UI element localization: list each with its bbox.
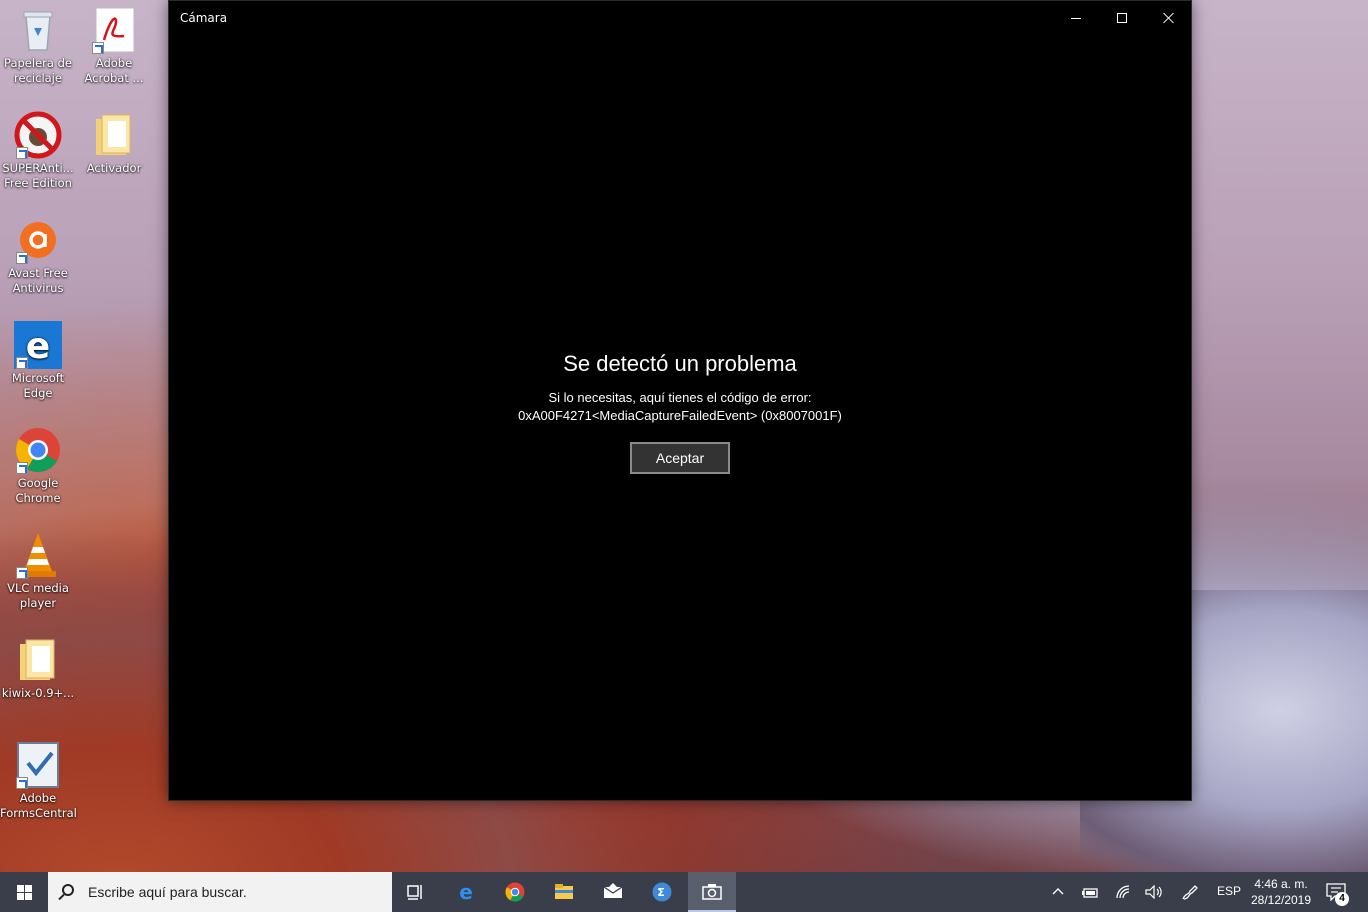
start-button[interactable] — [0, 872, 48, 912]
clock-time: 4:46 a. m. — [1254, 877, 1308, 891]
desktop-icon-label: Chrome — [15, 491, 61, 505]
chevron-up-icon — [1052, 888, 1064, 895]
desktop-icon-google-chrome[interactable]: Google Chrome — [0, 426, 76, 506]
close-button[interactable] — [1145, 1, 1191, 35]
notification-badge: 4 — [1335, 892, 1349, 906]
desktop-icon-label: SUPERAnti... — [2, 161, 74, 175]
vlc-cone-icon — [14, 531, 62, 579]
edge-icon: e — [459, 882, 473, 902]
desktop-icon-label: Antivirus — [12, 281, 64, 295]
desktop-icon-label: Avast Free — [8, 266, 68, 280]
desktop-icon-label: kiwix-0.9+... — [1, 686, 75, 700]
task-view-button[interactable] — [392, 872, 440, 912]
wifi-icon — [1116, 885, 1130, 899]
edge-icon: e — [14, 321, 62, 369]
recycle-bin-icon — [14, 6, 62, 54]
maximize-icon — [1117, 13, 1127, 23]
search-input[interactable]: Escribe aquí para buscar. — [48, 872, 392, 912]
error-panel: Se detectó un problema Si lo necesitas, … — [169, 351, 1191, 474]
minimize-button[interactable] — [1053, 1, 1099, 35]
volume-button[interactable] — [1142, 872, 1166, 912]
camera-window: Cámara Se detectó un problema Si lo nece… — [168, 0, 1192, 801]
pen-icon — [1182, 885, 1198, 900]
superantispyware-icon — [14, 111, 62, 159]
network-button[interactable] — [1112, 872, 1136, 912]
desktop-icon-label: Microsoft — [11, 371, 65, 385]
window-title: Cámara — [180, 11, 228, 25]
speaker-icon — [1145, 885, 1162, 899]
search-placeholder: Escribe aquí para buscar. — [88, 884, 247, 900]
pen-workspace-button[interactable] — [1178, 872, 1202, 912]
battery-icon — [1082, 888, 1098, 898]
mail-icon — [603, 883, 623, 898]
shortcut-arrow-icon — [16, 462, 28, 474]
taskbar-app-camera[interactable] — [688, 872, 736, 912]
taskbar-app-calculator[interactable]: Σ — [638, 872, 686, 912]
desktop-icon-avast[interactable]: Avast Free Antivirus — [0, 216, 76, 296]
math-app-icon: Σ — [652, 882, 672, 902]
svg-text:e: e — [459, 882, 473, 902]
shortcut-arrow-icon — [16, 357, 28, 369]
desktop-icon-label: Acrobat ... — [84, 71, 144, 85]
svg-text:e: e — [26, 326, 50, 367]
desktop-icon-label: Activador — [86, 161, 142, 175]
error-code: 0xA00F4271<MediaCaptureFailedEvent> (0x8… — [518, 408, 842, 423]
search-icon — [62, 884, 74, 896]
desktop-icon-adobe-acrobat[interactable]: Adobe Acrobat ... — [76, 6, 152, 86]
battery-button[interactable] — [1078, 872, 1102, 912]
desktop-icon-label: VLC media — [7, 581, 69, 595]
folder-icon — [555, 884, 573, 899]
error-title: Se detectó un problema — [563, 351, 797, 376]
desktop-icon-superantispyware[interactable]: SUPERAnti... Free Edition — [0, 111, 76, 191]
desktop-icon-label: player — [19, 596, 57, 610]
avast-icon — [14, 216, 62, 264]
clock[interactable]: 4:46 a. m. 28/12/2019 — [1246, 876, 1316, 908]
taskbar: Escribe aquí para buscar. e Σ ESP 4:46 a… — [0, 872, 1368, 912]
desktop-icon-kiwix[interactable]: kiwix-0.9+... — [0, 636, 76, 701]
accept-button[interactable]: Aceptar — [630, 442, 730, 474]
desktop-icon-label: Adobe — [19, 791, 57, 805]
window-titlebar[interactable]: Cámara — [169, 1, 1191, 35]
maximize-button[interactable] — [1099, 1, 1145, 35]
show-hidden-icons-button[interactable] — [1048, 872, 1068, 912]
shortcut-arrow-icon — [16, 777, 28, 789]
shortcut-arrow-icon — [16, 252, 28, 264]
acrobat-icon — [90, 6, 138, 54]
desktop-icon-vlc[interactable]: VLC media player — [0, 531, 76, 611]
shortcut-arrow-icon — [16, 147, 28, 159]
chrome-icon — [505, 882, 525, 902]
taskbar-app-edge[interactable]: e — [442, 872, 490, 912]
desktop-icon-label: reciclaje — [14, 71, 62, 85]
desktop-icon-activador[interactable]: Activador — [76, 111, 152, 176]
input-language[interactable]: ESP — [1217, 884, 1241, 898]
shortcut-arrow-icon — [92, 42, 104, 54]
task-view-icon — [407, 885, 422, 900]
desktop-icon-label: Adobe — [95, 56, 133, 70]
desktop-icon-label: Free Edition — [4, 176, 72, 190]
desktop-icon-recycle-bin[interactable]: Papelera de reciclaje — [0, 6, 76, 86]
shortcut-arrow-icon — [16, 567, 28, 579]
taskbar-app-chrome[interactable] — [491, 872, 539, 912]
formscentral-icon — [14, 741, 62, 789]
svg-text:Σ: Σ — [657, 886, 665, 899]
desktop-icon-microsoft-edge[interactable]: e Microsoft Edge — [0, 321, 76, 401]
minimize-icon — [1071, 18, 1081, 19]
desktop-icon-adobe-formscentral[interactable]: Adobe FormsCentral — [0, 741, 77, 821]
taskbar-app-file-explorer[interactable] — [540, 872, 588, 912]
desktop-icon-label: Papelera de — [4, 56, 72, 70]
taskbar-app-mail[interactable] — [589, 872, 637, 912]
desktop-icon-label: Edge — [23, 386, 53, 400]
error-message-line1: Si lo necesitas, aquí tienes el código d… — [548, 390, 812, 405]
camera-icon — [702, 884, 722, 900]
folder-icon — [14, 636, 62, 684]
desktop-icon-label: FormsCentral — [0, 806, 77, 820]
folder-icon — [90, 111, 138, 159]
clock-date: 28/12/2019 — [1250, 893, 1312, 907]
desktop-icon-label: Google — [17, 476, 59, 490]
chrome-icon — [14, 426, 62, 474]
